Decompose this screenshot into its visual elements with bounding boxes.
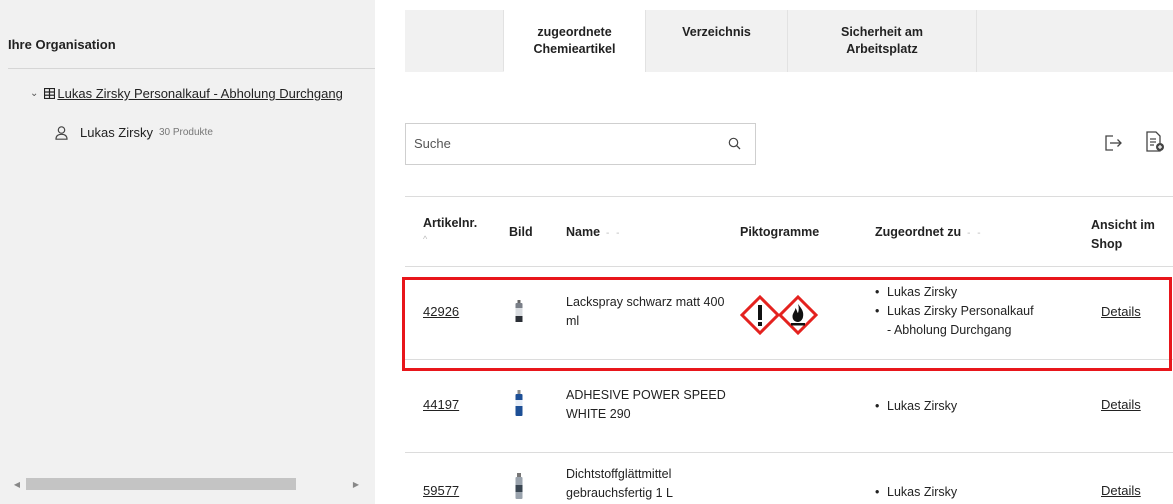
col-header-zugeordnet[interactable]: Zugeordnet zu - - [875, 225, 983, 239]
scroll-thumb[interactable] [26, 478, 296, 490]
product-name: Dichtstoffglättmittel gebrauchsfertig 1 … [566, 467, 674, 500]
assigned-to: Lukas Zirsky Lukas Zirsky Personalkauf -… [875, 283, 1035, 340]
sort-icon[interactable]: - - [967, 228, 982, 239]
pdf-list-icon[interactable] [1145, 131, 1165, 153]
col-header-label: Artikelnr. [423, 216, 478, 230]
products-table: Artikelnr. ^ Bild Name - - Piktogramme Zu… [405, 196, 1173, 504]
col-header-name[interactable]: Name - - [566, 225, 622, 239]
search-icon[interactable] [728, 137, 741, 150]
sidebar-horizontal-scrollbar[interactable]: ◀ ▶ [10, 476, 363, 492]
product-image [515, 300, 523, 325]
assigned-to: Lukas Zirsky [875, 483, 957, 502]
chevron-down-icon[interactable]: ⌄ [30, 88, 38, 99]
scroll-track[interactable] [24, 478, 349, 490]
assigned-item: Lukas Zirsky [875, 483, 957, 502]
assigned-to: Lukas Zirsky [875, 397, 957, 416]
tab-sicherheit-am-arbeitsplatz[interactable]: Sicherheit am Arbeitsplatz [787, 10, 976, 72]
tab-empty-left[interactable] [405, 10, 503, 72]
sidebar-divider [8, 68, 375, 69]
tab-zugeordnete-chemieartikel[interactable]: zugeordnete Chemieartikel [503, 10, 645, 72]
details-link[interactable]: Details [1101, 483, 1141, 498]
pictograms [740, 295, 818, 335]
search-input[interactable] [414, 136, 714, 151]
article-number-link[interactable]: 44197 [423, 397, 459, 412]
article-number-link[interactable]: 59577 [423, 483, 459, 498]
assigned-item: Lukas Zirsky [875, 397, 957, 416]
sort-asc-icon[interactable]: ^ [423, 234, 477, 244]
sort-icon[interactable]: - - [606, 228, 621, 239]
tab-verzeichnis[interactable]: Verzeichnis [645, 10, 787, 72]
tab-label: zugeordnete Chemieartikel [533, 25, 616, 56]
product-count: 30 Produkte [158, 127, 213, 138]
col-header-bild: Bild [509, 225, 533, 239]
table-row: 44197 ADHESIVE POWER SPEED WHITE 290 Luk… [405, 360, 1173, 453]
product-image [515, 473, 523, 502]
col-header-ansicht: Ansicht im Shop [1091, 218, 1155, 251]
assigned-item: Lukas Zirsky [875, 283, 1035, 302]
table-row: 42926 Lackspray schwarz matt 400 ml • Lu… [405, 267, 1173, 360]
scroll-right-arrow-icon[interactable]: ▶ [349, 480, 363, 489]
scroll-left-arrow-icon[interactable]: ◀ [10, 480, 24, 489]
tree-item-user[interactable]: Lukas Zirsky 30 Produkte [55, 125, 213, 140]
tree-child-name: Lukas Zirsky [80, 125, 153, 140]
table-header: Artikelnr. ^ Bild Name - - Piktogramme Zu… [405, 196, 1173, 267]
col-header-artnr[interactable]: Artikelnr. ^ [423, 216, 477, 244]
tree-item-organisation[interactable]: ⌄ Lukas Zirsky Personalkauf - Abholung D… [30, 86, 343, 101]
tab-label: Sicherheit am Arbeitsplatz [841, 25, 923, 56]
col-header-label: Name [566, 225, 601, 239]
sidebar-title: Ihre Organisation [8, 37, 116, 52]
tab-bar: zugeordnete Chemieartikel Verzeichnis Si… [405, 10, 1173, 72]
export-icon[interactable] [1104, 134, 1124, 152]
details-link[interactable]: Details [1101, 397, 1141, 412]
user-icon [55, 125, 68, 140]
table-row: 59577 Dichtstoffglättmittel gebrauchsfer… [405, 453, 1173, 504]
product-name: Lackspray schwarz matt 400 ml [566, 295, 725, 328]
col-header-label: Zugeordnet zu [875, 225, 962, 239]
grid-building-icon [44, 88, 56, 99]
tree-root-label[interactable]: Lukas Zirsky Personalkauf - Abholung Dur… [57, 86, 342, 101]
ghs-flame-icon [778, 295, 818, 335]
product-name: ADHESIVE POWER SPEED WHITE 290 [566, 388, 726, 421]
col-header-piktogramme: Piktogramme [740, 225, 820, 239]
product-image [515, 390, 523, 419]
search-box[interactable] [405, 123, 756, 165]
tab-empty-right[interactable] [976, 10, 1173, 72]
ghs-exclamation-icon [740, 295, 780, 335]
details-link[interactable]: Details [1101, 304, 1141, 319]
article-number-link[interactable]: 42926 [423, 304, 459, 319]
assigned-item: Lukas Zirsky Personalkauf - Abholung Dur… [875, 302, 1035, 340]
organisation-sidebar: Ihre Organisation ⌄ Lukas Zirsky Persona… [0, 0, 375, 504]
